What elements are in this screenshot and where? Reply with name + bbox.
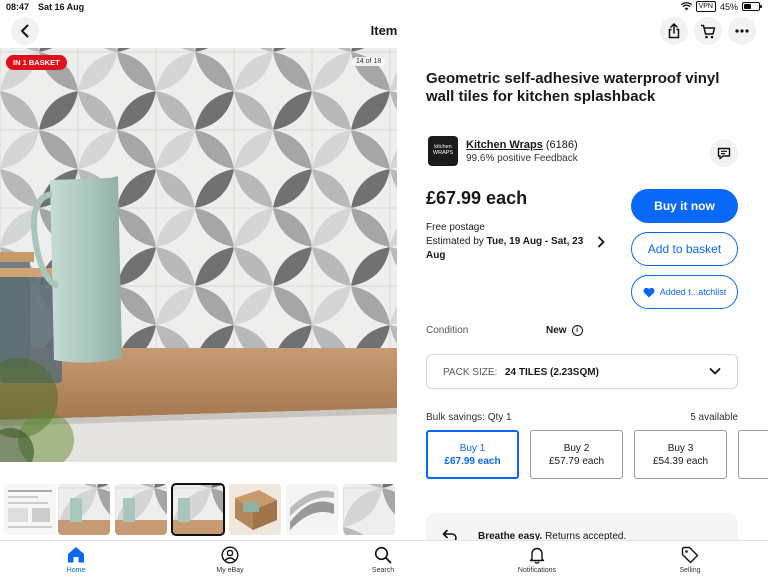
search-icon [374, 546, 392, 563]
message-icon [717, 147, 731, 159]
share-button[interactable] [660, 17, 688, 45]
tab-my-ebay[interactable]: My eBay [190, 545, 270, 574]
thumbnail-strip [0, 482, 397, 538]
bulk-tier-price: £54.39 each [652, 456, 709, 467]
bulk-tier-1[interactable]: Buy 1 £67.99 each [426, 430, 519, 479]
condition-label: Condition [426, 325, 469, 336]
info-icon[interactable]: i [571, 325, 583, 336]
bottom-tab-bar: Home My eBay Search Notifications Sellin… [0, 540, 768, 576]
battery-icon [742, 2, 762, 11]
item-price: £67.99 each [426, 188, 528, 208]
tab-selling[interactable]: Selling [650, 545, 730, 574]
tag-icon [681, 546, 699, 563]
tab-home[interactable]: Home [36, 545, 116, 574]
cart-button[interactable] [694, 17, 722, 45]
chevron-right-icon[interactable] [596, 236, 606, 248]
product-photo [0, 48, 397, 462]
seller-feedback: 99.6% positive Feedback [466, 153, 578, 164]
more-button[interactable] [728, 17, 756, 45]
pack-size-value: 24 TILES (2.23SQM) [505, 367, 599, 378]
seller-name-link[interactable]: Kitchen Wraps [466, 139, 543, 151]
thumbnail[interactable] [115, 484, 167, 535]
vpn-indicator: VPN [695, 1, 716, 12]
bulk-tier-4-partial[interactable] [738, 430, 768, 479]
availability: 5 available [690, 412, 738, 423]
seller-logo[interactable]: kitchen WRAPS [428, 136, 458, 166]
battery-percent: 45% [719, 1, 738, 12]
add-to-basket-button[interactable]: Add to basket [631, 232, 738, 266]
bulk-savings-label: Bulk savings: Qty 1 [426, 412, 512, 423]
postage-label: Free postage [426, 222, 485, 233]
account-icon [221, 545, 239, 564]
top-navigation: Item [0, 14, 768, 48]
seller-logo-text: WRAPS [432, 150, 454, 156]
more-icon [735, 29, 749, 33]
chevron-down-icon [709, 368, 721, 375]
status-date: Sat 16 Aug [38, 2, 85, 12]
thumbnail[interactable] [58, 484, 110, 535]
seller-count: (6186) [545, 139, 578, 151]
buy-it-now-button[interactable]: Buy it now [631, 189, 738, 223]
delivery-estimate: Estimated by Tue, 19 Aug - Sat, 23 Aug [426, 235, 596, 263]
status-bar: 08:47 Sat 16 Aug VPN 45% [0, 0, 768, 14]
bulk-tier-label: Buy 1 [459, 443, 486, 454]
bulk-tier-price: £57.79 each [548, 456, 605, 467]
bulk-tier-price: £67.99 each [444, 456, 501, 467]
contact-seller-button[interactable] [710, 139, 738, 167]
home-icon [68, 547, 84, 563]
bulk-tier-3[interactable]: Buy 3 £54.39 each [634, 430, 727, 479]
heart-icon [643, 287, 655, 297]
postage-info[interactable]: Free postage Estimated by Tue, 19 Aug - … [426, 221, 596, 263]
delivery-estimate-prefix: Estimated by [426, 236, 487, 247]
pack-size-select[interactable]: PACK SIZE: 24 TILES (2.23SQM) [426, 354, 738, 389]
tab-label: Selling [679, 567, 701, 574]
in-basket-badge: IN 1 BASKET [6, 55, 67, 70]
item-title: Geometric self-adhesive waterproof vinyl… [426, 70, 720, 105]
image-counter: 14 of 18 [352, 57, 386, 66]
watchlist-button[interactable]: Added t...atchlist [631, 275, 738, 309]
tab-label: Home [66, 567, 86, 574]
thumbnail-selected[interactable] [171, 483, 225, 536]
tab-label: My eBay [216, 567, 244, 574]
tab-search[interactable]: Search [343, 545, 423, 574]
pack-size-label: PACK SIZE: [443, 367, 498, 378]
seller-name[interactable]: Kitchen Wraps (6186) [466, 139, 578, 151]
bulk-tier-2[interactable]: Buy 2 £57.79 each [530, 430, 623, 479]
bulk-tier-label: Buy 3 [667, 443, 694, 454]
bulk-tier-label: Buy 2 [563, 443, 590, 454]
tab-notifications[interactable]: Notifications [497, 545, 577, 574]
product-image[interactable] [0, 48, 397, 462]
thumbnail[interactable] [4, 484, 56, 535]
status-time: 08:47 [6, 2, 30, 12]
thumbnail[interactable] [343, 484, 395, 535]
bell-icon [529, 547, 545, 564]
condition-text: New [546, 325, 567, 336]
cart-icon [701, 24, 716, 38]
page-title: Item [370, 23, 398, 38]
tab-label: Notifications [517, 567, 557, 574]
condition-value: New i [546, 325, 583, 336]
watchlist-label: Added t...atchlist [659, 287, 727, 297]
thumbnail[interactable] [286, 484, 338, 535]
share-icon [668, 23, 680, 39]
tab-label: Search [371, 567, 395, 574]
thumbnail[interactable] [229, 484, 281, 535]
wifi-icon [680, 2, 692, 11]
